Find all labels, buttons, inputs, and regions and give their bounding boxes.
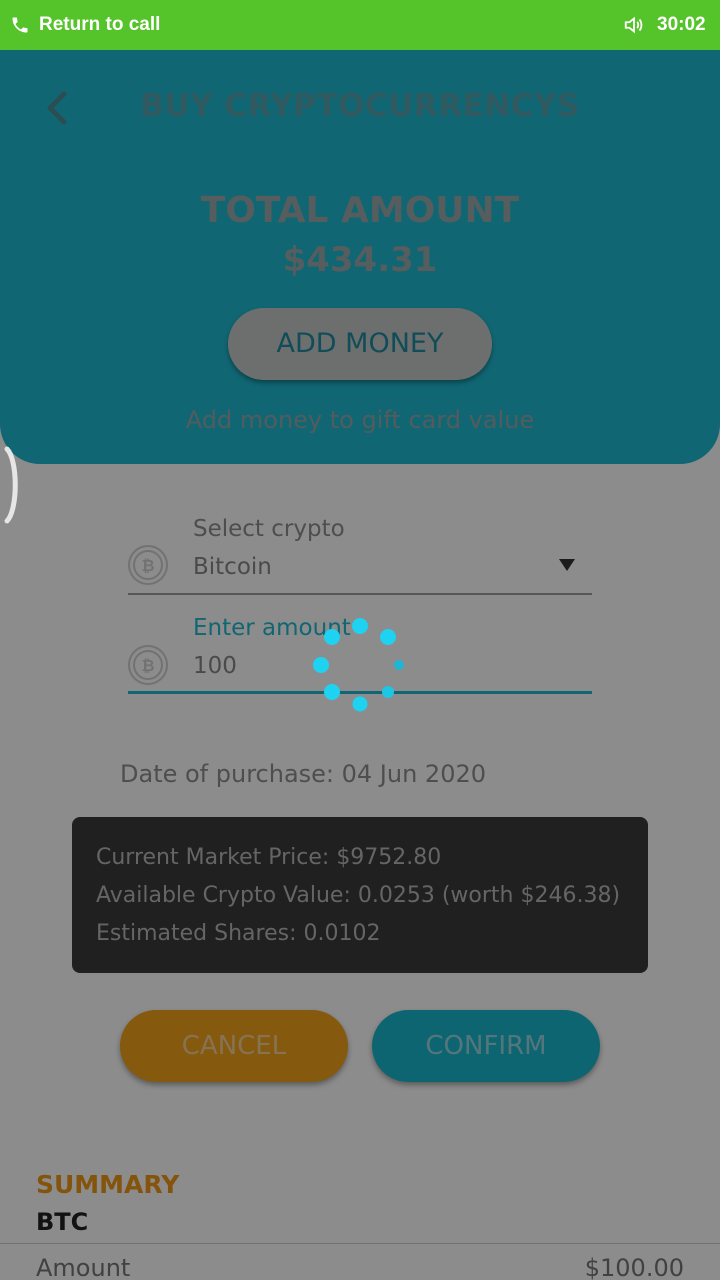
- select-crypto-label: Select crypto: [193, 516, 345, 542]
- summary-coin: BTC: [36, 1208, 89, 1236]
- crypto-select-value[interactable]: Bitcoin: [193, 554, 272, 580]
- confirm-button[interactable]: CONFIRM: [372, 1010, 600, 1082]
- summary-amount-value: $100.00: [584, 1254, 684, 1280]
- available-crypto-value: Available Crypto Value: 0.0253 (worth $2…: [96, 883, 621, 908]
- market-info-box: Current Market Price: $9752.80 Available…: [72, 817, 648, 973]
- svg-text:₿: ₿: [141, 656, 154, 675]
- loading-spinner-icon: [313, 618, 404, 712]
- purchase-form: ₿ Select crypto Bitcoin ₿ Enter amount 1…: [0, 464, 720, 1114]
- dropdown-caret-icon[interactable]: [558, 558, 576, 572]
- svg-text:₿: ₿: [141, 556, 154, 575]
- call-timer: 30:02: [657, 14, 706, 35]
- edge-handle-icon[interactable]: [4, 446, 22, 524]
- add-money-hint: Add money to gift card value: [185, 406, 535, 434]
- estimated-shares: Estimated Shares: 0.0102: [96, 921, 381, 946]
- phone-icon: [12, 17, 28, 33]
- total-amount-value: $434.31: [282, 240, 438, 280]
- summary-divider: [0, 1243, 720, 1244]
- crypto-select-underline: [128, 593, 592, 595]
- amount-input[interactable]: 100: [193, 653, 237, 679]
- summary-title: SUMMARY: [36, 1170, 180, 1199]
- summary-amount-label: Amount: [36, 1254, 131, 1280]
- bitcoin-icon: ₿: [128, 545, 168, 585]
- summary-section: SUMMARY BTC Amount $100.00: [0, 1114, 720, 1280]
- cancel-button[interactable]: CANCEL: [120, 1010, 348, 1082]
- header-panel: BUY CRYPTOCURRENCYS TOTAL AMOUNT $434.31…: [0, 50, 720, 464]
- total-amount-label: TOTAL AMOUNT: [200, 190, 520, 231]
- purchase-date: Date of purchase: 04 Jun 2020: [120, 760, 487, 788]
- market-price: Current Market Price: $9752.80: [96, 845, 442, 870]
- page-title: BUY CRYPTOCURRENCYS: [140, 88, 580, 124]
- return-to-call-bar[interactable]: Return to call 30:02: [0, 0, 720, 50]
- volume-icon[interactable]: [622, 14, 646, 36]
- add-money-button[interactable]: ADD MONEY: [228, 308, 492, 380]
- return-to-call-label: Return to call: [39, 14, 161, 35]
- bitcoin-icon: ₿: [128, 645, 168, 685]
